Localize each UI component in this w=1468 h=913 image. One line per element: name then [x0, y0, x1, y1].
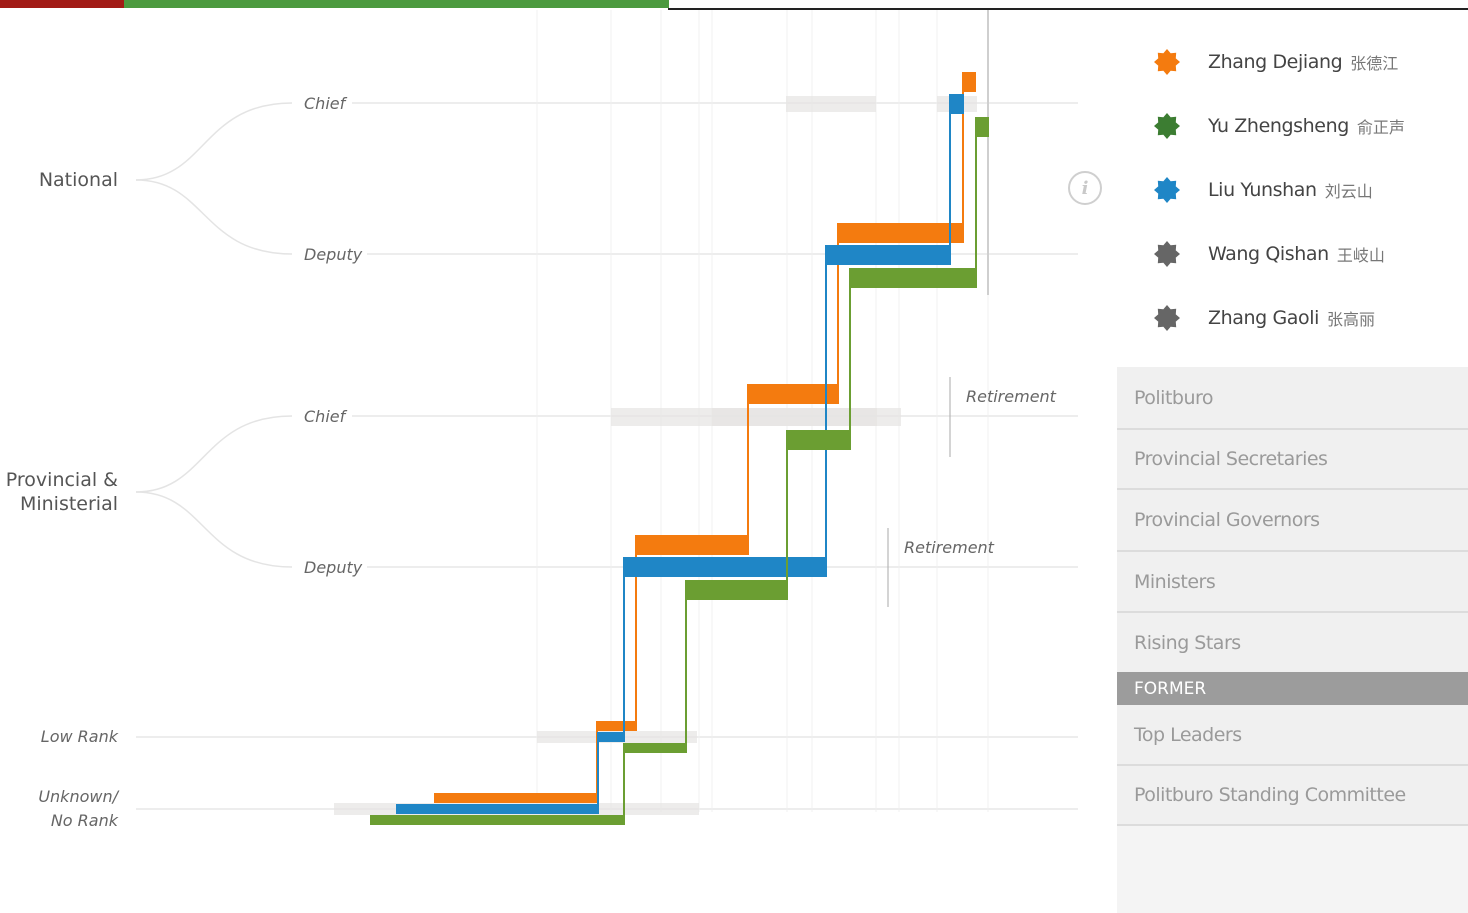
series-bar	[598, 732, 624, 742]
branch-curve	[135, 491, 293, 568]
rank-label-low: Low Rank	[41, 727, 119, 746]
tier-label-national-chief: Chief	[304, 94, 348, 113]
series-bar	[963, 72, 976, 92]
star-badge-icon	[1154, 113, 1180, 139]
series-bar	[597, 721, 637, 731]
sidebar: Zhang Dejiang 张德江 Yu Zhengsheng 俞正声 Liu …	[1117, 10, 1468, 913]
menu-item-label: Top Leaders	[1134, 723, 1242, 746]
legend-item-zhang-gaoli[interactable]: Zhang Gaoli 张高丽	[1153, 303, 1375, 333]
legend-item-zhang-dejiang[interactable]: Zhang Dejiang 张德江	[1153, 47, 1398, 77]
series-bar	[396, 804, 598, 814]
legend-name: Zhang Dejiang	[1208, 51, 1343, 73]
legend-chinese-name: 张德江	[1350, 54, 1399, 73]
rank-label-unknown-line1: Unknown/	[38, 787, 119, 806]
menu-item-top-leaders[interactable]: Top Leaders	[1117, 705, 1468, 766]
star-badge-icon	[1154, 305, 1180, 331]
series-bar	[686, 580, 788, 600]
series-bar	[370, 815, 625, 825]
shadow-band	[786, 96, 876, 112]
series-zhang-dejiang	[434, 72, 976, 803]
shadow-band	[712, 408, 877, 426]
star-badge-icon	[1154, 241, 1180, 267]
menu-item-politburo-standing-committee[interactable]: Politburo Standing Committee	[1117, 766, 1468, 826]
menu-item-label: Provincial Secretaries	[1134, 448, 1328, 470]
legend-name: Yu Zhengsheng	[1208, 115, 1349, 137]
rank-label-unknown-line2: No Rank	[51, 811, 119, 830]
tier-label-national-deputy: Deputy	[304, 245, 363, 264]
menu-item-label: Ministers	[1134, 570, 1216, 593]
branch-curve	[135, 415, 293, 493]
menu-item-provincial-governors[interactable]: Provincial Governors	[1117, 490, 1468, 552]
legend-chinese-name: 张高丽	[1327, 310, 1376, 329]
group-label-national: National	[39, 169, 118, 191]
section-header-former: FORMER	[1117, 672, 1468, 705]
legend-item-wang-qishan[interactable]: Wang Qishan 王岐山	[1153, 239, 1385, 269]
star-badge-icon	[1154, 49, 1180, 75]
series-bar	[623, 557, 827, 577]
chart-series	[370, 72, 989, 825]
series-bar	[787, 430, 851, 450]
menu-item-provincial-secretaries[interactable]: Provincial Secretaries	[1117, 430, 1468, 490]
legend-name: Liu Yunshan	[1208, 179, 1317, 201]
menu-item-label: Rising Stars	[1134, 631, 1241, 654]
chart-gridlines	[136, 10, 1078, 812]
menu-item-ministers[interactable]: Ministers	[1117, 552, 1468, 613]
menu-item-rising-stars[interactable]: Rising Stars	[1117, 613, 1468, 674]
branch-curve	[135, 179, 293, 255]
series-bar	[950, 94, 964, 114]
legend-item-liu-yunshan[interactable]: Liu Yunshan 刘云山	[1153, 175, 1373, 205]
legend-chinese-name: 俞正声	[1356, 118, 1405, 137]
menu-item-politburo[interactable]: Politburo	[1117, 367, 1468, 430]
retirement-label-1: Retirement	[966, 387, 1057, 406]
series-bar	[825, 245, 951, 265]
legend-name: Wang Qishan	[1208, 243, 1329, 265]
branch-curve	[135, 102, 293, 181]
career-step-chart: National Provincial & Ministerial Chief …	[6, 10, 1078, 830]
legend-panel: Zhang Dejiang 张德江 Yu Zhengsheng 俞正声 Liu …	[1117, 10, 1468, 367]
info-button[interactable]: i	[1068, 171, 1102, 205]
legend-item-yu-zhengsheng[interactable]: Yu Zhengsheng 俞正声	[1153, 111, 1405, 141]
retirement-label-2: Retirement	[904, 538, 995, 557]
info-icon: i	[1081, 177, 1089, 199]
legend-chinese-name: 刘云山	[1324, 182, 1373, 201]
menu-item-label: Provincial Governors	[1134, 509, 1320, 531]
series-bar	[434, 793, 598, 803]
tier-label-provincial-chief: Chief	[304, 407, 348, 426]
section-header-label: FORMER	[1134, 678, 1207, 699]
menu-item-label: Politburo Standing Committee	[1134, 784, 1406, 806]
series-liu-yunshan	[396, 94, 964, 814]
menu-item-label: Politburo	[1134, 386, 1214, 409]
series-bar	[623, 743, 687, 753]
group-label-provincial-line1: Provincial &	[6, 469, 118, 491]
tier-label-provincial-deputy: Deputy	[304, 558, 363, 577]
series-bar	[837, 223, 964, 243]
legend-name: Zhang Gaoli	[1208, 307, 1319, 329]
legend-chinese-name: 王岐山	[1336, 246, 1385, 265]
group-label-provincial-line2: Ministerial	[20, 493, 118, 515]
star-badge-icon	[1154, 177, 1180, 203]
series-bar	[636, 535, 749, 555]
series-bar	[849, 268, 977, 288]
series-bar	[976, 117, 989, 137]
chart-branch-curves	[135, 102, 293, 568]
chart-shadow-bands	[334, 96, 977, 815]
